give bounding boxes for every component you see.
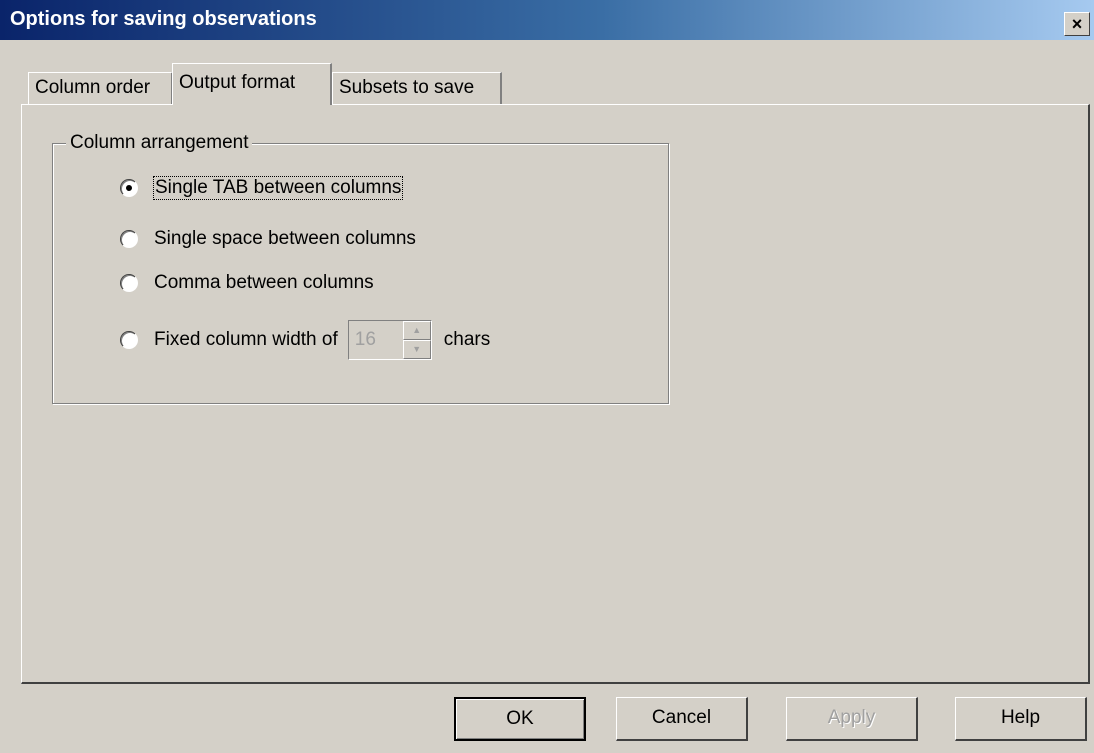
tab-label: Output format [179,72,296,93]
radio-button[interactable] [120,230,138,248]
radio-label: Single space between columns [154,228,416,249]
close-icon: × [1071,14,1083,34]
apply-button[interactable]: Apply [786,697,918,741]
spin-down-button[interactable]: ▼ [402,340,431,359]
help-button[interactable]: Help [955,697,1087,741]
window-title: Options for saving observations [10,8,317,30]
group-label: Column arrangement [66,131,253,155]
chevron-up-icon: ▲ [412,325,422,335]
column-width-input[interactable]: 16 [349,329,403,351]
radio-single-space[interactable]: Single space between columns [120,225,416,253]
tab-column-order[interactable]: Column order [28,72,173,104]
cancel-button[interactable]: Cancel [616,697,748,741]
radio-label: Comma between columns [154,272,374,293]
radio-button[interactable] [120,274,138,292]
width-unit-label: chars [443,329,491,350]
radio-button[interactable] [120,179,138,197]
tab-label: Subsets to save [339,77,475,98]
ok-button[interactable]: OK [454,697,586,741]
chevron-down-icon: ▼ [412,344,422,354]
tab-output-format[interactable]: Output format [172,63,332,105]
close-button[interactable]: × [1064,12,1090,36]
spin-up-button[interactable]: ▲ [402,321,431,340]
column-width-stepper[interactable]: 16 ▲ ▼ [347,320,432,360]
radio-comma[interactable]: Comma between columns [120,269,374,297]
title-bar: Options for saving observations × [0,0,1094,40]
radio-label: Single TAB between columns [152,176,404,200]
radio-single-tab[interactable]: Single TAB between columns [120,174,404,202]
radio-label: Fixed column width of [154,329,338,350]
radio-fixed-width[interactable]: Fixed column width of 16 ▲ ▼ chars [120,320,490,360]
tab-label: Column order [35,77,151,98]
tab-subsets-to-save[interactable]: Subsets to save [332,72,502,104]
radio-button[interactable] [120,331,138,349]
